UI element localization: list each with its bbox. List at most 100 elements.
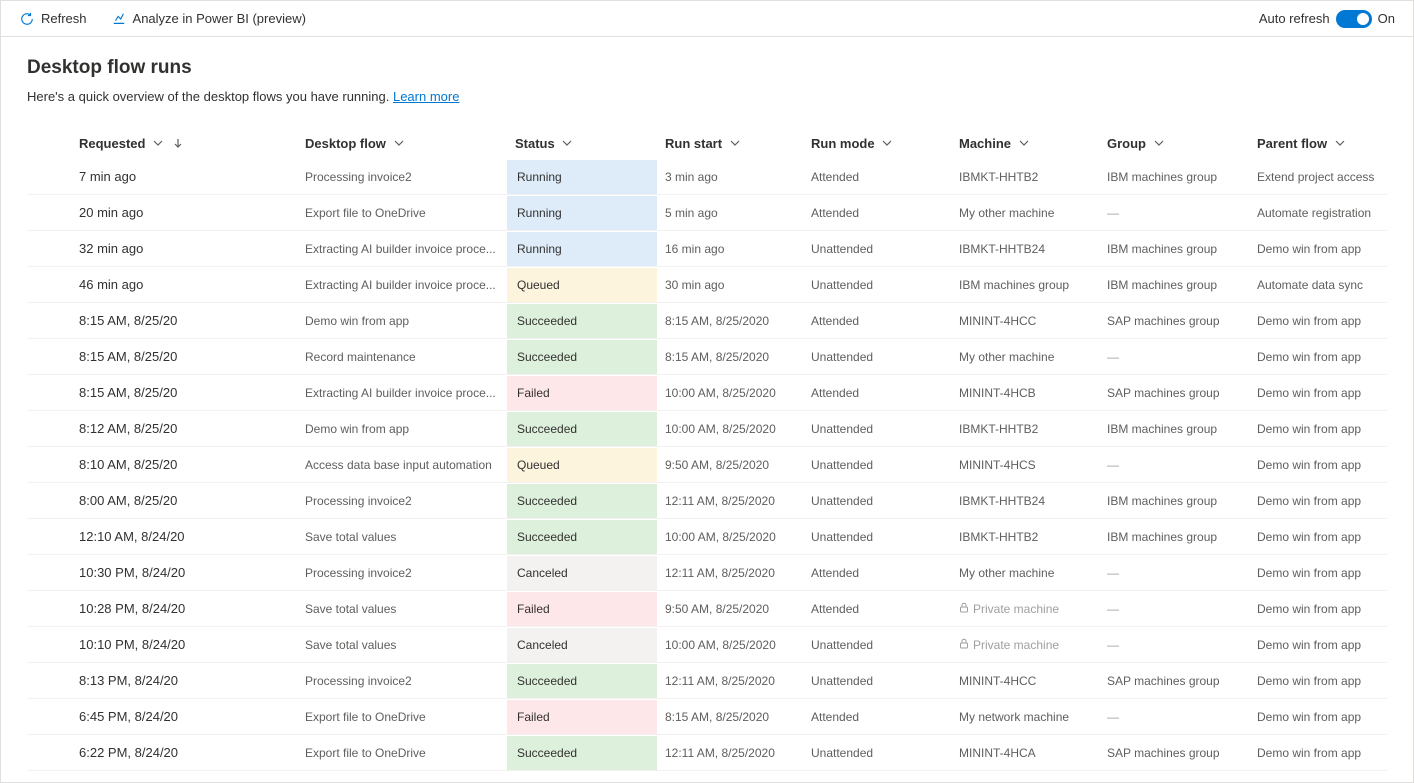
cell-group[interactable]: — [1099,627,1249,663]
learn-more-link[interactable]: Learn more [393,89,459,104]
cell-parent-flow[interactable]: Demo win from app [1249,591,1387,627]
cell-status: Succeeded [507,735,657,771]
table-row[interactable]: 46 min agoExtracting AI builder invoice … [27,267,1387,303]
cell-parent-flow[interactable]: Demo win from app [1249,303,1387,339]
cell-parent-flow[interactable]: Demo win from app [1249,699,1387,735]
col-header-run-start[interactable]: Run start [657,128,803,159]
table-row[interactable]: 12:10 AM, 8/24/20Save total valuesSuccee… [27,519,1387,555]
cell-parent-flow[interactable]: Demo win from app [1249,447,1387,483]
cell-machine[interactable]: MININT-4HCB [951,375,1099,411]
cell-desktop-flow[interactable]: Export file to OneDrive [297,735,507,771]
cell-desktop-flow[interactable]: Demo win from app [297,411,507,447]
cell-group[interactable]: — [1099,339,1249,375]
cell-group[interactable]: IBM machines group [1099,411,1249,447]
cell-machine[interactable]: Private machine [951,627,1099,663]
cell-machine[interactable]: IBM machines group [951,267,1099,303]
cell-parent-flow[interactable]: Demo win from app [1249,555,1387,591]
cell-machine[interactable]: MININT-4HCC [951,303,1099,339]
cell-machine[interactable]: My other machine [951,195,1099,231]
analyze-button[interactable]: Analyze in Power BI (preview) [111,11,306,27]
col-header-status[interactable]: Status [507,128,657,159]
cell-desktop-flow[interactable]: Record maintenance [297,339,507,375]
cell-parent-flow[interactable]: Demo win from app [1249,663,1387,699]
cell-machine[interactable]: MININT-4HCA [951,735,1099,771]
cell-machine[interactable]: IBMKT-HHTB2 [951,519,1099,555]
cell-parent-flow[interactable]: Demo win from app [1249,231,1387,267]
cell-run-mode: Unattended [803,663,951,699]
cell-machine[interactable]: IBMKT-HHTB24 [951,231,1099,267]
cell-group[interactable]: SAP machines group [1099,303,1249,339]
cell-group[interactable]: SAP machines group [1099,375,1249,411]
col-header-run-mode[interactable]: Run mode [803,128,951,159]
table-row[interactable]: 6:45 PM, 8/24/20Export file to OneDriveF… [27,699,1387,735]
cell-desktop-flow[interactable]: Export file to OneDrive [297,195,507,231]
cell-machine[interactable]: IBMKT-HHTB24 [951,483,1099,519]
cell-desktop-flow[interactable]: Save total values [297,627,507,663]
table-row[interactable]: 6:22 PM, 8/24/20Export file to OneDriveS… [27,735,1387,771]
cell-group[interactable]: IBM machines group [1099,231,1249,267]
cell-desktop-flow[interactable]: Save total values [297,519,507,555]
table-row[interactable]: 8:10 AM, 8/25/20Access data base input a… [27,447,1387,483]
cell-group[interactable]: IBM machines group [1099,159,1249,195]
cell-desktop-flow[interactable]: Access data base input automation [297,447,507,483]
cell-desktop-flow[interactable]: Save total values [297,591,507,627]
cell-machine[interactable]: IBMKT-HHTB2 [951,411,1099,447]
table-row[interactable]: 8:00 AM, 8/25/20Processing invoice2Succe… [27,483,1387,519]
cell-group[interactable]: — [1099,555,1249,591]
cell-parent-flow[interactable]: Automate registration [1249,195,1387,231]
cell-desktop-flow[interactable]: Processing invoice2 [297,663,507,699]
cell-parent-flow[interactable]: Demo win from app [1249,735,1387,771]
cell-parent-flow[interactable]: Demo win from app [1249,411,1387,447]
cell-machine[interactable]: My other machine [951,555,1099,591]
cell-group[interactable]: — [1099,699,1249,735]
cell-desktop-flow[interactable]: Export file to OneDrive [297,699,507,735]
cell-group[interactable]: — [1099,591,1249,627]
machine-name: Private machine [973,638,1059,652]
table-row[interactable]: 8:12 AM, 8/25/20Demo win from appSucceed… [27,411,1387,447]
cell-group[interactable]: — [1099,195,1249,231]
cell-machine[interactable]: My other machine [951,339,1099,375]
cell-machine[interactable]: MININT-4HCS [951,447,1099,483]
cell-desktop-flow[interactable]: Extracting AI builder invoice proce... [297,231,507,267]
cell-machine[interactable]: Private machine [951,591,1099,627]
cell-desktop-flow[interactable]: Processing invoice2 [297,483,507,519]
cell-desktop-flow[interactable]: Processing invoice2 [297,159,507,195]
col-header-requested[interactable]: Requested [27,128,297,159]
cell-group[interactable]: SAP machines group [1099,663,1249,699]
cell-parent-flow[interactable]: Extend project access [1249,159,1387,195]
cell-group[interactable]: IBM machines group [1099,483,1249,519]
cell-group[interactable]: IBM machines group [1099,519,1249,555]
cell-group[interactable]: IBM machines group [1099,267,1249,303]
refresh-button[interactable]: Refresh [19,11,87,27]
auto-refresh-toggle[interactable] [1336,10,1372,28]
table-row[interactable]: 8:15 AM, 8/25/20Record maintenanceSuccee… [27,339,1387,375]
cell-group[interactable]: SAP machines group [1099,735,1249,771]
table-row[interactable]: 8:15 AM, 8/25/20Demo win from appSucceed… [27,303,1387,339]
cell-machine[interactable]: MININT-4HCC [951,663,1099,699]
table-row[interactable]: 7 min agoProcessing invoice2Running3 min… [27,159,1387,195]
cell-desktop-flow[interactable]: Extracting AI builder invoice proce... [297,375,507,411]
cell-group[interactable]: — [1099,447,1249,483]
table-row[interactable]: 10:28 PM, 8/24/20Save total valuesFailed… [27,591,1387,627]
table-row[interactable]: 32 min agoExtracting AI builder invoice … [27,231,1387,267]
col-header-parent-flow[interactable]: Parent flow [1249,128,1387,159]
cell-parent-flow[interactable]: Demo win from app [1249,339,1387,375]
col-header-machine[interactable]: Machine [951,128,1099,159]
cell-desktop-flow[interactable]: Extracting AI builder invoice proce... [297,267,507,303]
table-row[interactable]: 8:15 AM, 8/25/20Extracting AI builder in… [27,375,1387,411]
table-row[interactable]: 8:13 PM, 8/24/20Processing invoice2Succe… [27,663,1387,699]
cell-desktop-flow[interactable]: Demo win from app [297,303,507,339]
cell-machine[interactable]: IBMKT-HHTB2 [951,159,1099,195]
cell-parent-flow[interactable]: Demo win from app [1249,483,1387,519]
col-header-desktop-flow[interactable]: Desktop flow [297,128,507,159]
cell-machine[interactable]: My network machine [951,699,1099,735]
cell-parent-flow[interactable]: Automate data sync [1249,267,1387,303]
cell-parent-flow[interactable]: Demo win from app [1249,375,1387,411]
cell-desktop-flow[interactable]: Processing invoice2 [297,555,507,591]
cell-parent-flow[interactable]: Demo win from app [1249,627,1387,663]
table-row[interactable]: 10:10 PM, 8/24/20Save total valuesCancel… [27,627,1387,663]
table-row[interactable]: 10:30 PM, 8/24/20Processing invoice2Canc… [27,555,1387,591]
cell-parent-flow[interactable]: Demo win from app [1249,519,1387,555]
table-row[interactable]: 20 min agoExport file to OneDriveRunning… [27,195,1387,231]
col-header-group[interactable]: Group [1099,128,1249,159]
